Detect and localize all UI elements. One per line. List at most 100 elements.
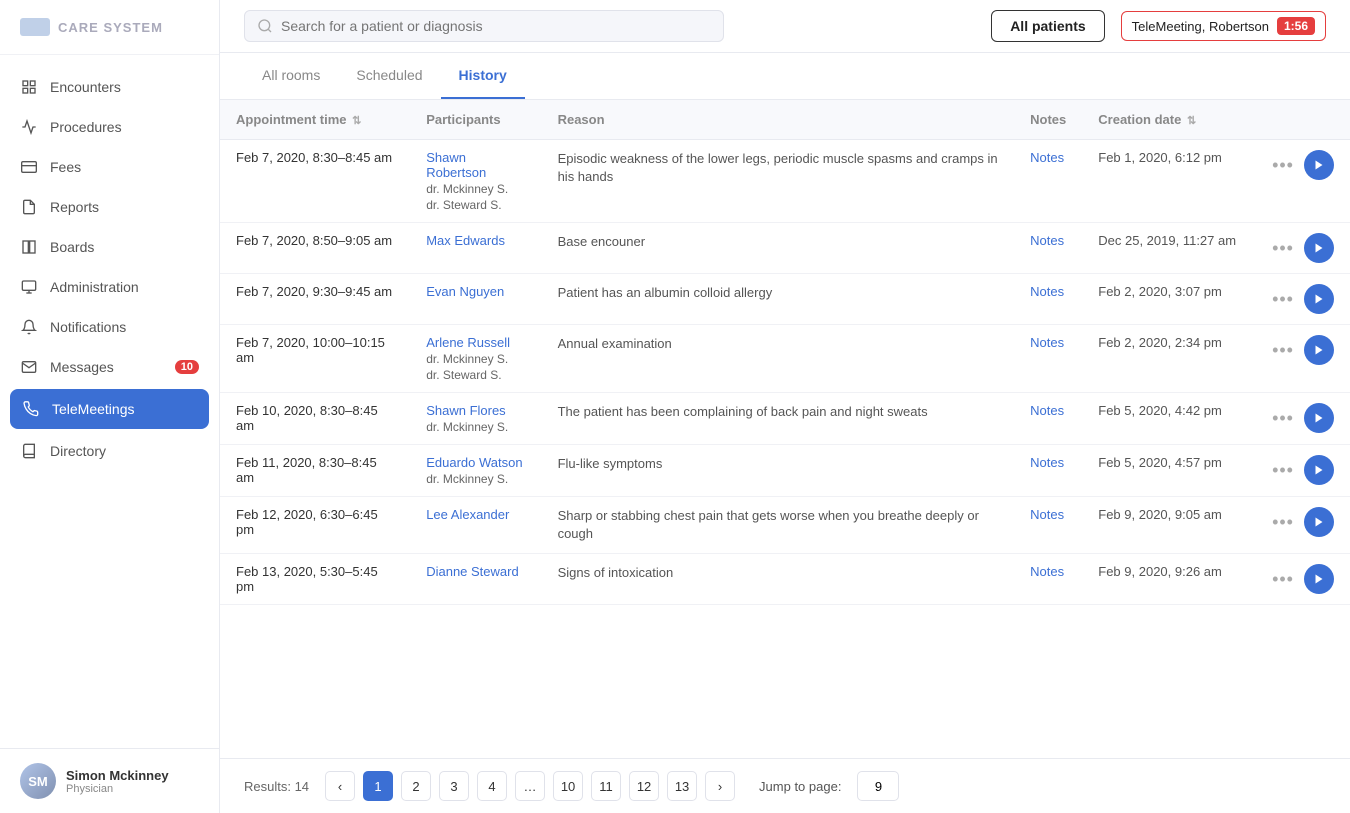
notes-cell[interactable]: Notes (1014, 393, 1082, 445)
play-button[interactable] (1304, 455, 1334, 485)
sidebar-item-label: Boards (50, 239, 94, 255)
file-icon (20, 198, 38, 216)
search-input[interactable] (281, 18, 711, 34)
notes-cell[interactable]: Notes (1014, 140, 1082, 223)
user-name: Simon Mckinney (66, 768, 169, 783)
table-body: Feb 7, 2020, 8:30–8:45 am Shawn Robertso… (220, 140, 1350, 605)
more-options-button[interactable]: ••• (1268, 340, 1298, 361)
sidebar-item-reports[interactable]: Reports (0, 187, 219, 227)
page-next-button[interactable]: › (705, 771, 735, 801)
page-3-button[interactable]: 3 (439, 771, 469, 801)
page-4-button[interactable]: 4 (477, 771, 507, 801)
more-options-button[interactable]: ••• (1268, 408, 1298, 429)
header: All patients TeleMeeting, Robertson 1:56 (220, 0, 1350, 53)
telemeet-badge[interactable]: TeleMeeting, Robertson 1:56 (1121, 11, 1326, 41)
sidebar-bottom: SM Simon Mckinney Physician (0, 748, 219, 813)
page-10-button[interactable]: 10 (553, 771, 583, 801)
notes-link[interactable]: Notes (1030, 403, 1064, 418)
play-button[interactable] (1304, 284, 1334, 314)
tab-scheduled[interactable]: Scheduled (338, 53, 440, 99)
sidebar-item-fees[interactable]: Fees (0, 147, 219, 187)
actions-cell: ••• (1252, 497, 1350, 554)
notes-cell[interactable]: Notes (1014, 274, 1082, 325)
play-button[interactable] (1304, 564, 1334, 594)
participant-link[interactable]: Shawn Robertson (426, 150, 486, 180)
appointment-time-cell: Feb 7, 2020, 10:00–10:15 am (220, 325, 410, 393)
reason-cell: Sharp or stabbing chest pain that gets w… (542, 497, 1015, 554)
reason-text: Sharp or stabbing chest pain that gets w… (558, 508, 979, 541)
participant-link[interactable]: Eduardo Watson (426, 455, 522, 470)
more-options-button[interactable]: ••• (1268, 512, 1298, 533)
notes-link[interactable]: Notes (1030, 284, 1064, 299)
participant-link[interactable]: Lee Alexander (426, 507, 509, 522)
participant-link[interactable]: Shawn Flores (426, 403, 505, 418)
sidebar-item-encounters[interactable]: Encounters (0, 67, 219, 107)
col-appointment-time[interactable]: Appointment time ⇅ (220, 100, 410, 140)
doctor-name: dr. Steward S. (426, 198, 525, 212)
grid-icon (20, 78, 38, 96)
notes-cell[interactable]: Notes (1014, 554, 1082, 605)
sidebar-item-telemeetings[interactable]: TeleMeetings (10, 389, 209, 429)
search-bar[interactable] (244, 10, 724, 42)
all-patients-button[interactable]: All patients (991, 10, 1104, 42)
appointments-table: Appointment time ⇅ Participants Reason N… (220, 100, 1350, 605)
notes-cell[interactable]: Notes (1014, 223, 1082, 274)
participant-link[interactable]: Max Edwards (426, 233, 505, 248)
tab-history[interactable]: History (441, 53, 525, 99)
play-button[interactable] (1304, 233, 1334, 263)
more-options-button[interactable]: ••• (1268, 238, 1298, 259)
page-2-button[interactable]: 2 (401, 771, 431, 801)
notes-cell[interactable]: Notes (1014, 325, 1082, 393)
more-options-button[interactable]: ••• (1268, 569, 1298, 590)
notes-link[interactable]: Notes (1030, 150, 1064, 165)
sidebar-item-procedures[interactable]: Procedures (0, 107, 219, 147)
sidebar-item-administration[interactable]: Administration (0, 267, 219, 307)
page-12-button[interactable]: 12 (629, 771, 659, 801)
actions-cell: ••• (1252, 223, 1350, 274)
user-info: Simon Mckinney Physician (66, 768, 169, 795)
col-creation-date[interactable]: Creation date ⇅ (1082, 100, 1252, 140)
notes-link[interactable]: Notes (1030, 564, 1064, 579)
actions-cell: ••• (1252, 274, 1350, 325)
page-13-button[interactable]: 13 (667, 771, 697, 801)
play-button[interactable] (1304, 335, 1334, 365)
participant-link[interactable]: Dianne Steward (426, 564, 519, 579)
creation-date-cell: Dec 25, 2019, 11:27 am (1082, 223, 1252, 274)
avatar: SM (20, 763, 56, 799)
play-icon (1313, 293, 1325, 305)
notes-cell[interactable]: Notes (1014, 445, 1082, 497)
more-options-button[interactable]: ••• (1268, 289, 1298, 310)
doctor-name: dr. Mckinney S. (426, 182, 525, 196)
participants-cell: Dianne Steward (410, 554, 541, 605)
action-buttons: ••• (1268, 233, 1334, 263)
doctor-name: dr. Steward S. (426, 368, 525, 382)
play-icon (1313, 242, 1325, 254)
creation-date-cell: Feb 2, 2020, 2:34 pm (1082, 325, 1252, 393)
notes-link[interactable]: Notes (1030, 507, 1064, 522)
play-button[interactable] (1304, 403, 1334, 433)
page-prev-button[interactable]: ‹ (325, 771, 355, 801)
sidebar-item-directory[interactable]: Directory (0, 431, 219, 471)
sidebar-item-boards[interactable]: Boards (0, 227, 219, 267)
sidebar-nav: Encounters Procedures Fees Reports Board… (0, 55, 219, 748)
jump-input[interactable] (857, 771, 899, 801)
more-options-button[interactable]: ••• (1268, 155, 1298, 176)
sidebar-item-notifications[interactable]: Notifications (0, 307, 219, 347)
page-1-button[interactable]: 1 (363, 771, 393, 801)
more-options-button[interactable]: ••• (1268, 460, 1298, 481)
play-button[interactable] (1304, 150, 1334, 180)
table-row: Feb 12, 2020, 6:30–6:45 pm Lee Alexander… (220, 497, 1350, 554)
sidebar-item-messages[interactable]: Messages 10 (0, 347, 219, 387)
play-icon (1313, 344, 1325, 356)
page-11-button[interactable]: 11 (591, 771, 621, 801)
notes-link[interactable]: Notes (1030, 335, 1064, 350)
reason-text: Flu-like symptoms (558, 456, 663, 471)
play-button[interactable] (1304, 507, 1334, 537)
participant-link[interactable]: Evan Nguyen (426, 284, 504, 299)
tab-all-rooms[interactable]: All rooms (244, 53, 338, 99)
participant-link[interactable]: Arlene Russell (426, 335, 510, 350)
play-icon (1313, 412, 1325, 424)
notes-cell[interactable]: Notes (1014, 497, 1082, 554)
notes-link[interactable]: Notes (1030, 455, 1064, 470)
notes-link[interactable]: Notes (1030, 233, 1064, 248)
